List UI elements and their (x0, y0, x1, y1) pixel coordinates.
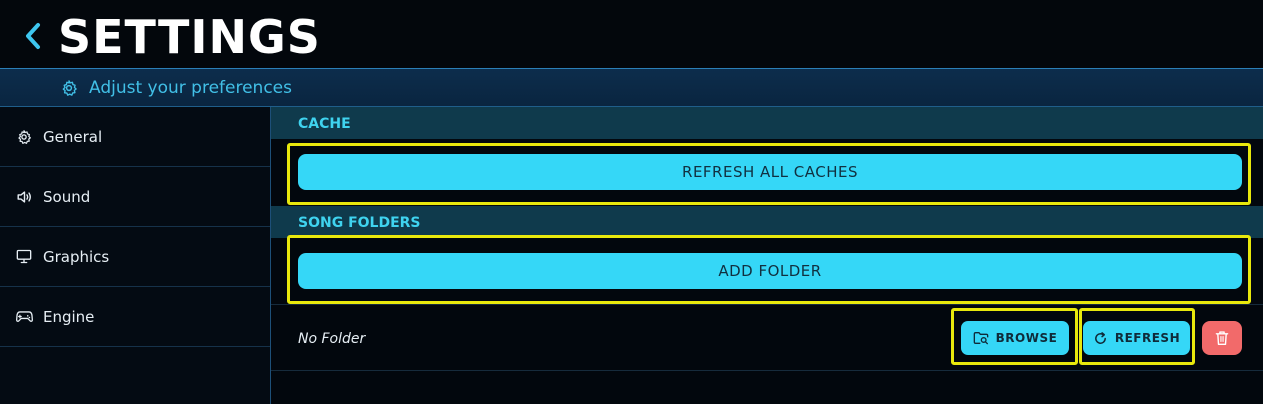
subheader-banner: Adjust your preferences (0, 68, 1263, 107)
section-title: CACHE (298, 116, 351, 132)
button-label: REFRESH ALL CACHES (682, 163, 858, 181)
folder-path: No Folder (298, 331, 366, 347)
button-label: BROWSE (995, 331, 1058, 345)
browse-button[interactable]: BROWSE (961, 321, 1069, 355)
add-folder-button[interactable]: ADD FOLDER (298, 253, 1242, 289)
title-bar: SETTINGS (0, 0, 1263, 68)
divider (271, 304, 1263, 305)
button-label: REFRESH (1114, 331, 1181, 345)
divider (271, 370, 1263, 371)
sidebar-item-label: Engine (43, 307, 95, 326)
section-title: SONG FOLDERS (298, 215, 421, 231)
section-header-song-folders: SONG FOLDERS (271, 206, 1263, 238)
sidebar-item-label: Graphics (43, 247, 110, 266)
sidebar-item-label: Sound (43, 187, 91, 206)
refresh-all-caches-button[interactable]: REFRESH ALL CACHES (298, 154, 1242, 190)
refresh-icon (1094, 331, 1106, 344)
trash-icon (1215, 331, 1229, 345)
settings-panel: CACHE REFRESH ALL CACHES SONG FOLDERS AD… (271, 107, 1263, 404)
sidebar-item-engine[interactable]: Engine (0, 287, 270, 347)
folder-search-icon (973, 331, 988, 345)
delete-folder-button[interactable] (1202, 321, 1242, 355)
sidebar-item-sound[interactable]: Sound (0, 167, 270, 227)
page-title: SETTINGS (58, 10, 321, 64)
subtitle: Adjust your preferences (89, 78, 292, 98)
sidebar-item-label: General (43, 127, 103, 146)
button-label: ADD FOLDER (718, 262, 822, 280)
gamepad-icon (16, 309, 34, 325)
back-button[interactable] (20, 16, 46, 56)
speaker-icon (16, 189, 34, 205)
monitor-icon (16, 249, 34, 265)
sidebar-item-general[interactable]: General (0, 107, 270, 167)
gear-icon (62, 80, 77, 96)
sidebar: General Sound Graphics Engine (0, 107, 271, 404)
section-header-cache: CACHE (271, 107, 1263, 139)
gear-icon (16, 129, 34, 145)
chevron-left-icon (26, 23, 40, 49)
refresh-folder-button[interactable]: REFRESH (1083, 321, 1190, 355)
sidebar-item-graphics[interactable]: Graphics (0, 227, 270, 287)
